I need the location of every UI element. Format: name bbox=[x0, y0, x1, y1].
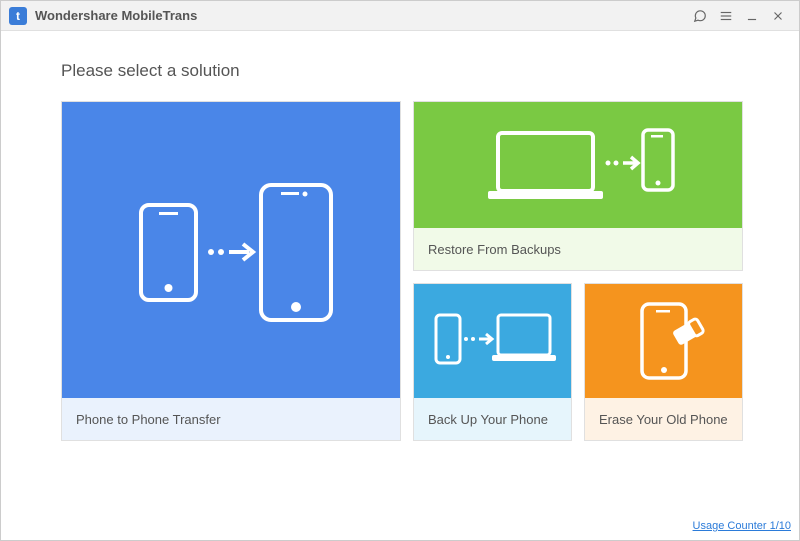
bottom-row: Back Up Your Phone bbox=[413, 283, 743, 441]
card-label: Restore From Backups bbox=[414, 228, 742, 270]
content-area: Please select a solution bbox=[1, 31, 799, 461]
phone-transfer-icon bbox=[62, 102, 400, 398]
usage-counter-link[interactable]: Usage Counter 1/10 bbox=[693, 520, 791, 532]
feedback-icon[interactable] bbox=[687, 3, 713, 29]
card-restore[interactable]: Restore From Backups bbox=[413, 101, 743, 271]
page-subtitle: Please select a solution bbox=[61, 61, 739, 81]
app-logo: t bbox=[9, 7, 27, 25]
solution-grid: Phone to Phone Transfer bbox=[61, 101, 739, 441]
restore-icon bbox=[414, 102, 742, 228]
card-backup[interactable]: Back Up Your Phone bbox=[413, 283, 572, 441]
card-erase[interactable]: Erase Your Old Phone bbox=[584, 283, 743, 441]
card-label: Phone to Phone Transfer bbox=[62, 398, 400, 440]
erase-icon bbox=[585, 284, 742, 398]
card-phone-transfer[interactable]: Phone to Phone Transfer bbox=[61, 101, 401, 441]
card-label: Back Up Your Phone bbox=[414, 398, 571, 440]
backup-icon bbox=[414, 284, 571, 398]
card-label: Erase Your Old Phone bbox=[585, 398, 742, 440]
title-bar: t Wondershare MobileTrans bbox=[1, 1, 799, 31]
menu-icon[interactable] bbox=[713, 3, 739, 29]
right-column: Restore From Backups bbox=[413, 101, 743, 441]
minimize-button[interactable] bbox=[739, 3, 765, 29]
logo-letter: t bbox=[16, 9, 20, 23]
app-title: Wondershare MobileTrans bbox=[35, 8, 687, 23]
close-button[interactable] bbox=[765, 3, 791, 29]
